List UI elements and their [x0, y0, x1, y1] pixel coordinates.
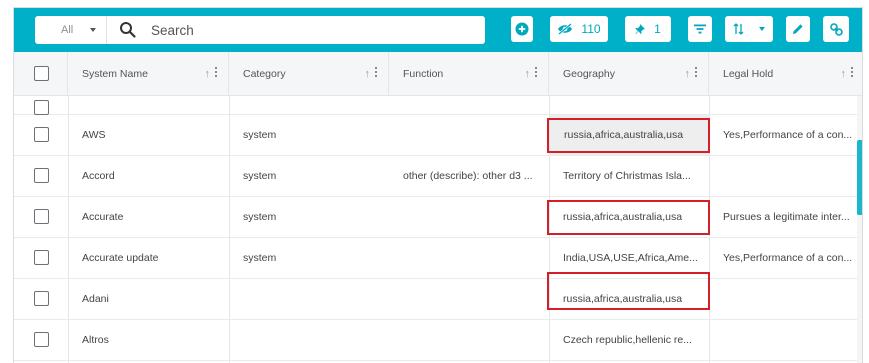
row-checkbox[interactable]	[34, 332, 49, 347]
sort-arrow-icon[interactable]: ↑	[525, 68, 531, 80]
cell-system-name: Adani	[82, 293, 109, 305]
cell-category: system	[243, 211, 277, 223]
table-row[interactable]: Altros Czech republic,hellenic re...	[14, 320, 857, 361]
edit-button[interactable]	[786, 16, 810, 42]
link-icon	[829, 22, 843, 36]
column-header-label: Category	[243, 68, 286, 80]
cell-system-name: Altros	[82, 334, 109, 346]
cell-category: system	[243, 252, 277, 264]
cell-legal-hold: Yes,Performance of a con...	[723, 252, 853, 264]
cell-legal-hold: Yes,Performance of a con...	[723, 129, 853, 141]
cell-geography: russia,africa,australia,usa	[563, 211, 683, 223]
sort-arrow-icon[interactable]: ↑	[841, 68, 847, 80]
cell-function	[389, 279, 549, 319]
sort-button[interactable]	[725, 16, 773, 42]
pinned-columns-count: 1	[654, 22, 661, 36]
hidden-columns-button[interactable]: 110	[550, 16, 608, 42]
column-menu-icon[interactable]	[535, 67, 537, 79]
table-row[interactable]: Accord system other (describe): other d3…	[14, 156, 857, 197]
row-checkbox[interactable]	[34, 127, 49, 142]
cell-legal-hold	[709, 320, 857, 360]
sort-arrow-icon[interactable]: ↑	[365, 68, 371, 80]
table-body: AWS system russia,africa,australia,usa Y…	[14, 96, 857, 363]
add-record-button[interactable]	[511, 16, 533, 42]
column-menu-icon[interactable]	[851, 67, 853, 79]
cell-function	[389, 115, 549, 155]
column-menu-icon[interactable]	[375, 67, 377, 79]
cell-system-name: Accord	[82, 170, 115, 182]
column-header-category[interactable]: Category ↑	[229, 52, 389, 96]
cell-function	[389, 238, 549, 278]
table-row[interactable]: AWS system russia,africa,australia,usa Y…	[14, 115, 857, 156]
select-all-checkbox[interactable]	[34, 66, 49, 81]
cell-system-name: AWS	[82, 129, 106, 141]
search-icon	[119, 21, 137, 39]
row-checkbox[interactable]	[34, 100, 49, 115]
cell-category	[229, 320, 389, 360]
column-menu-icon[interactable]	[215, 67, 217, 79]
row-checkbox[interactable]	[34, 209, 49, 224]
cell-system-name: Accurate update	[82, 252, 159, 264]
cell-geography: russia,africa,australia,usa	[550, 115, 709, 155]
pencil-icon	[793, 24, 803, 34]
cell-geography: russia,africa,australia,usa	[563, 293, 683, 305]
filter-icon	[694, 24, 706, 34]
search-input[interactable]	[151, 22, 451, 38]
column-header-label: Function	[403, 68, 444, 80]
table-row[interactable]	[14, 96, 857, 115]
cell-system-name: Accurate	[82, 211, 124, 223]
cell-geography: Territory of Christmas Isla...	[563, 170, 691, 182]
column-header-function[interactable]: Function ↑	[389, 52, 549, 96]
pinned-columns-button[interactable]: 1	[625, 16, 671, 42]
cell-category: system	[243, 170, 277, 182]
data-grid-panel: All 110 1	[13, 7, 863, 363]
filter-select-value: All	[61, 24, 74, 36]
table-header: System Name ↑ Category ↑ Function ↑ Geog…	[14, 52, 862, 96]
sort-icon	[733, 23, 744, 35]
cell-geography: India,USA,USE,Africa,Ame...	[563, 252, 698, 264]
cell-legal-hold: Pursues a legitimate inter...	[723, 211, 850, 223]
column-header-geography[interactable]: Geography ↑	[549, 52, 709, 96]
column-header-label: Legal Hold	[723, 68, 774, 80]
cell-category	[229, 279, 389, 319]
column-header-label: System Name	[82, 68, 148, 80]
select-all-cell	[14, 52, 68, 96]
scrollbar-thumb[interactable]	[857, 140, 862, 215]
column-menu-icon[interactable]	[695, 67, 697, 79]
vertical-scrollbar[interactable]	[857, 96, 862, 363]
grid-toolbar: All 110 1	[14, 8, 862, 52]
table-row[interactable]: Adani russia,africa,australia,usa	[14, 279, 857, 320]
chevron-down-icon	[759, 27, 765, 31]
column-header-system-name[interactable]: System Name ↑	[68, 52, 229, 96]
row-checkbox[interactable]	[34, 291, 49, 306]
row-checkbox[interactable]	[34, 168, 49, 183]
chevron-down-icon	[90, 28, 96, 32]
filter-button[interactable]	[688, 16, 712, 42]
link-button[interactable]	[823, 16, 849, 42]
cell-legal-hold	[709, 279, 857, 319]
table-row[interactable]: Accurate update system India,USA,USE,Afr…	[14, 238, 857, 279]
cell-function: other (describe): other d3 ...	[403, 170, 533, 182]
search-group: All	[35, 16, 485, 44]
cell-legal-hold	[709, 156, 857, 196]
filter-select[interactable]: All	[35, 16, 107, 44]
pin-icon	[635, 24, 646, 34]
column-header-legal-hold[interactable]: Legal Hold ↑	[709, 52, 862, 96]
sort-arrow-icon[interactable]: ↑	[685, 68, 691, 80]
hidden-columns-count: 110	[581, 22, 601, 36]
sort-arrow-icon[interactable]: ↑	[205, 68, 211, 80]
cell-function	[389, 197, 549, 237]
cell-category: system	[243, 129, 277, 141]
plus-circle-icon	[515, 22, 529, 36]
row-checkbox[interactable]	[34, 250, 49, 265]
cell-function	[389, 320, 549, 360]
eye-slash-icon	[558, 23, 573, 35]
cell-geography: Czech republic,hellenic re...	[563, 334, 692, 346]
table-row[interactable]: Accurate system russia,africa,australia,…	[14, 197, 857, 238]
column-header-label: Geography	[563, 68, 615, 80]
